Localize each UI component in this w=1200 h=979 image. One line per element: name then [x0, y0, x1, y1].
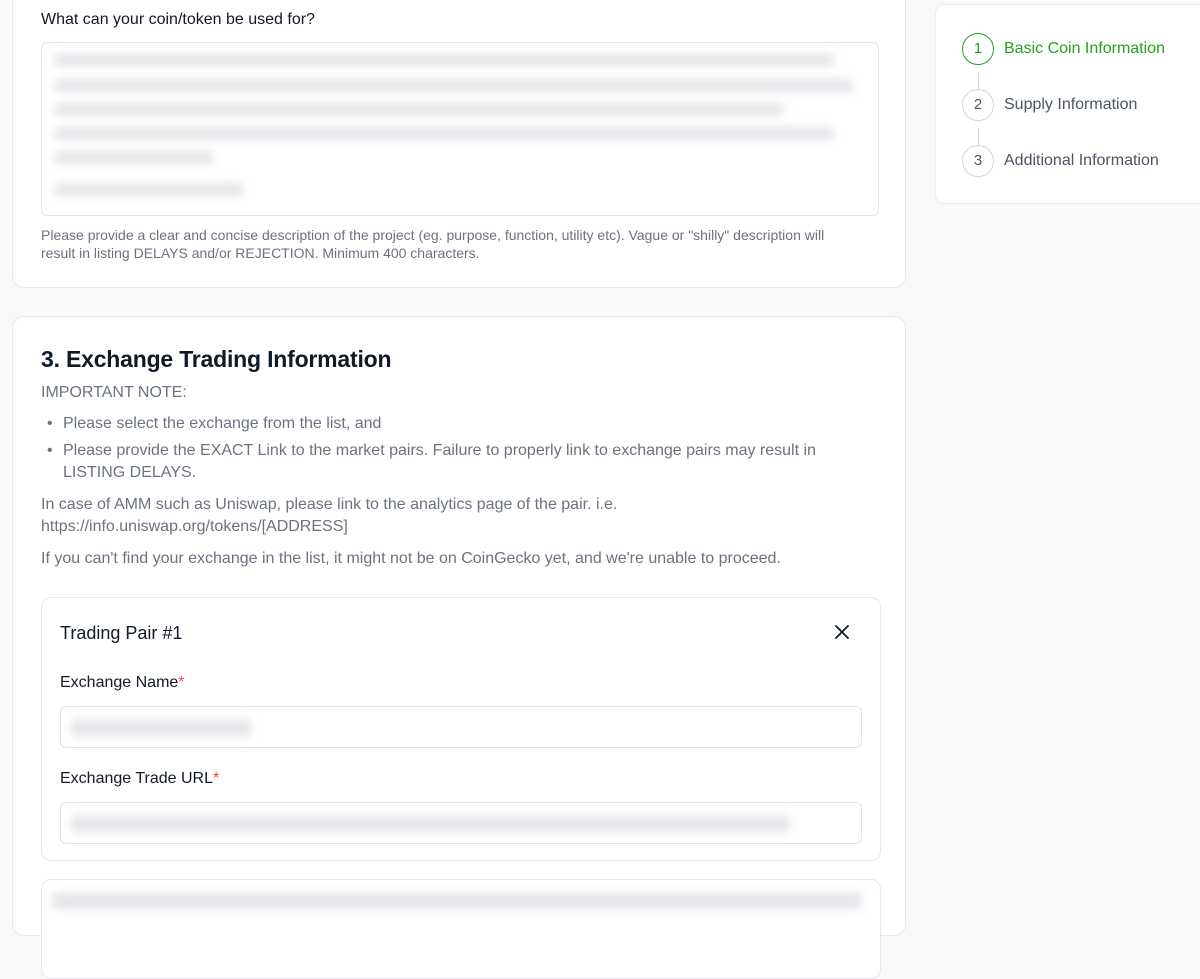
redacted-text: [54, 127, 834, 141]
exchange-name-select[interactable]: [60, 706, 862, 748]
coin-usage-help: Please provide a clear and concise descr…: [41, 227, 825, 261]
step-number: 3: [962, 145, 994, 177]
label-text: Exchange Name: [60, 674, 179, 691]
trading-pair-card: Trading Pair #1 Exchange Name* Exchange …: [41, 597, 881, 861]
important-note-heading: IMPORTANT NOTE:: [41, 384, 187, 401]
close-icon[interactable]: [832, 622, 852, 642]
step-basic-coin-information[interactable]: 1 Basic Coin Information: [962, 33, 1200, 67]
redacted-text: [54, 103, 784, 117]
step-number: 1: [962, 33, 994, 65]
redacted-text: [54, 79, 854, 93]
exchange-name-label: Exchange Name*: [60, 674, 185, 692]
important-note-list: • Please select the exchange from the lis…: [41, 413, 861, 489]
coin-usage-textarea[interactable]: [41, 42, 879, 216]
step-label: Basic Coin Information: [1004, 40, 1165, 57]
redacted-text: [52, 892, 862, 910]
section-title: 3. Exchange Trading Information: [41, 346, 392, 372]
redacted-text: [71, 719, 251, 737]
redacted-text: [54, 183, 244, 197]
redacted-text: [54, 53, 834, 67]
exchange-trade-url-label: Exchange Trade URL*: [60, 770, 219, 788]
trading-pair-title: Trading Pair #1: [60, 623, 183, 643]
label-text: Exchange Trade URL: [60, 770, 213, 787]
coin-usage-card: What can your coin/token be used for? Pl…: [12, 0, 906, 288]
bullet-text: Please provide the EXACT Link to the mar…: [63, 442, 816, 481]
required-mark: *: [178, 674, 185, 691]
list-item: • Please select the exchange from the lis…: [47, 415, 382, 432]
coin-usage-label: What can your coin/token be used for?: [41, 11, 315, 28]
list-item: • Please provide the EXACT Link to the ma…: [47, 442, 816, 481]
step-label: Additional Information: [1004, 152, 1159, 169]
step-label: Supply Information: [1004, 96, 1138, 113]
exchange-trading-card: 3. Exchange Trading Information IMPORTAN…: [12, 316, 906, 979]
missing-exchange-note: If you can't find your exchange in the l…: [41, 550, 781, 567]
amm-note: In case of AMM such as Uniswap, please l…: [41, 496, 618, 535]
step-additional-information[interactable]: 3 Additional Information: [962, 145, 1200, 179]
step-supply-information[interactable]: 2 Supply Information: [962, 89, 1200, 123]
step-number: 2: [962, 89, 994, 121]
trading-pair-card: [41, 879, 881, 979]
bullet-text: Please select the exchange from the list…: [63, 415, 382, 432]
required-mark: *: [212, 770, 220, 787]
redacted-text: [54, 151, 214, 165]
form-stepper: 1 Basic Coin Information 2 Supply Inform…: [935, 4, 1200, 204]
exchange-trade-url-input[interactable]: [60, 802, 862, 844]
redacted-text: [71, 815, 791, 833]
